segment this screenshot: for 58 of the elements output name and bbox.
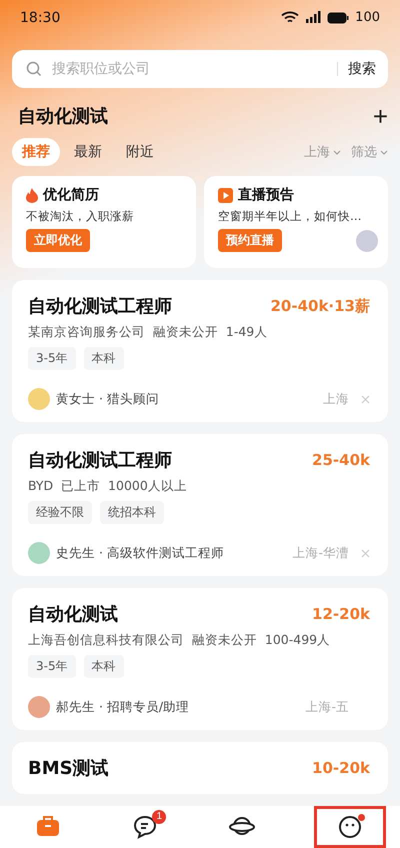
promo-text: 不被淘汰，入职涨薪 <box>26 209 135 224</box>
search-field[interactable]: 搜索职位或公司 搜索 <box>12 50 388 88</box>
tag: 统招本科 <box>100 501 164 524</box>
promo-text: 空窗期半年以上，如何快… <box>218 209 362 224</box>
company-info: BYD 已上市 10000人以上 <box>28 478 188 495</box>
job-title: 自动化测试工程师 <box>28 295 172 318</box>
wifi-icon <box>281 11 300 24</box>
battery-icon <box>327 12 350 24</box>
close-icon <box>361 394 370 404</box>
job-title: 自动化测试工程师 <box>28 449 172 472</box>
salary: 25-40k <box>312 451 370 469</box>
close-icon <box>361 548 370 558</box>
salary: 20-40k·13薪 <box>270 296 370 316</box>
add-button[interactable]: + <box>372 103 388 129</box>
recruiter-name: 黄女士 · 猎头顾问 <box>56 390 160 408</box>
company-info: 上海吾创信息科技有限公司 融资未公开 100-499人 <box>28 632 332 649</box>
job-title: BMS测试 <box>28 757 109 780</box>
promo-title: 优化简历 <box>43 186 99 204</box>
avatar <box>28 696 50 718</box>
nav-item[interactable]: 1 <box>96 806 194 848</box>
job-card[interactable]: 自动化测试 12-20k 上海吾创信息科技有限公司 融资未公开 100-499人 3-5年 本科 郝先生 · 招聘专员/助理 上海-五 <box>12 588 388 730</box>
tag: 本科 <box>84 347 124 370</box>
avatar <box>28 388 50 410</box>
salary: 12-20k <box>312 605 370 623</box>
salary: 10-20k <box>312 759 370 777</box>
promo-card[interactable]: 直播预告 空窗期半年以上，如何快… 预约直播 <box>204 176 388 268</box>
job-title: 自动化测试 <box>28 603 118 626</box>
nav-item[interactable] <box>314 806 386 848</box>
status-time: 18:30 <box>20 10 60 26</box>
promo-card[interactable]: 优化简历 不被淘汰，入职涨薪 立即优化 <box>12 176 196 268</box>
job-card[interactable]: BMS测试 10-20k <box>12 742 388 794</box>
page-title: 自动化测试 <box>18 105 108 128</box>
battery-level: 100 <box>355 10 380 25</box>
job-card[interactable]: 自动化测试工程师 20-40k·13薪 某南京咨询服务公司 融资未公开 1-49人 3-5年 本科 黄女士 · 猎头顾问 上海 <box>12 280 388 422</box>
recruiter-name: 郝先生 · 招聘专员/助理 <box>56 698 190 716</box>
tab[interactable]: 附近 <box>116 138 164 166</box>
search-icon <box>26 61 42 77</box>
location: 上海-华漕 <box>292 544 349 562</box>
avatar <box>356 230 378 252</box>
tab[interactable]: 最新 <box>64 138 112 166</box>
signal-icon <box>305 11 322 24</box>
recruiter-name: 史先生 · 高级软件测试工程师 <box>56 544 225 562</box>
tag: 本科 <box>84 655 124 678</box>
flame-icon <box>26 188 38 202</box>
search-button[interactable]: 搜索 <box>346 60 378 78</box>
location: 上海 <box>323 390 349 408</box>
chevron-down-icon <box>333 150 341 154</box>
company-info: 某南京咨询服务公司 融资未公开 1-49人 <box>28 324 268 341</box>
avatar <box>28 542 50 564</box>
tag: 3-5年 <box>28 655 76 678</box>
tag: 3-5年 <box>28 347 76 370</box>
location: 上海-五 <box>305 698 349 716</box>
tag: 经验不限 <box>28 501 92 524</box>
promo-title: 直播预告 <box>238 186 294 204</box>
chevron-down-icon <box>380 150 388 154</box>
job-card[interactable]: 自动化测试工程师 25-40k BYD 已上市 10000人以上 经验不限 统招本科 史先生 · 高级软件测试工程师 上海-华漕 <box>12 434 388 576</box>
play-icon <box>218 188 233 202</box>
badge: 1 <box>152 810 166 824</box>
